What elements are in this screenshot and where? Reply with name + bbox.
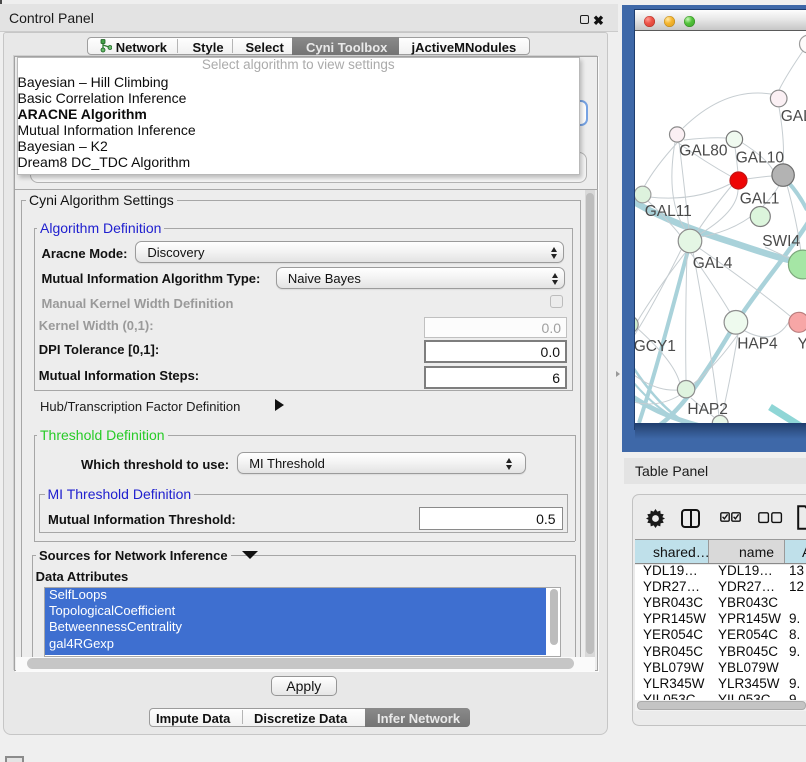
svg-text:GAL10: GAL10 [736,150,785,167]
svg-text:SWI4: SWI4 [762,233,800,250]
svg-text:GAL7: GAL7 [781,108,806,125]
svg-text:GCY1: GCY1 [635,338,676,355]
svg-text:HAP2: HAP2 [688,401,729,418]
svg-text:HAP4: HAP4 [737,336,778,353]
svg-text:GAL11: GAL11 [645,203,692,220]
svg-text:GAL4: GAL4 [693,255,733,272]
svg-text:YEL: YEL [798,336,806,353]
svg-text:GAL1: GAL1 [740,191,780,208]
svg-text:GAL80: GAL80 [680,143,729,160]
